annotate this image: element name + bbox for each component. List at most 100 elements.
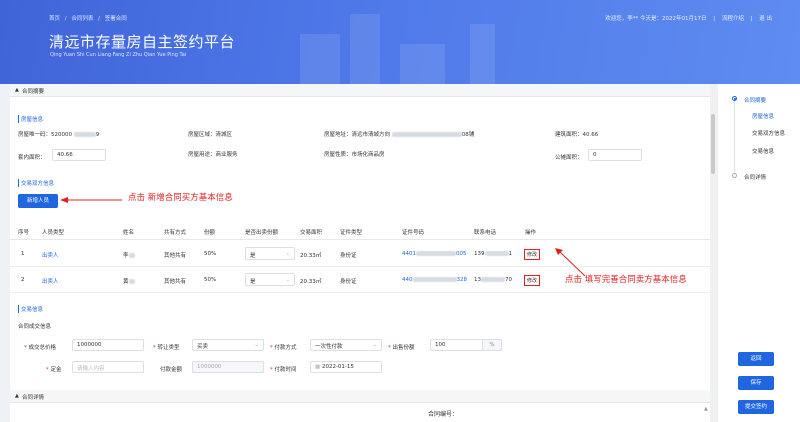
chevron-down-icon: ⌄ bbox=[285, 277, 290, 283]
phone: 139 1 bbox=[474, 251, 512, 257]
nav-item-parties[interactable]: 交易双方信息 bbox=[752, 129, 785, 137]
sell-ratio-label: * 出售份额 bbox=[388, 345, 415, 351]
edit-button[interactable]: 修改 bbox=[524, 275, 541, 286]
nav-item-contract-summary[interactable]: 合同摘要 bbox=[744, 96, 766, 104]
nav-item-contract-details[interactable]: 合同详情 bbox=[744, 173, 766, 181]
share-mode: 其他共有 bbox=[164, 253, 187, 259]
calendar-icon: ▦ bbox=[315, 364, 321, 370]
building-graphic bbox=[300, 34, 340, 84]
page-subtitle: Qing Yuan Shi Cun Liang Fang Zi Zhu Qian… bbox=[50, 52, 187, 58]
chevron-down-icon: ⌄ bbox=[372, 342, 377, 348]
house-address: 房屋地址：清远市清城方向 08铺 bbox=[324, 132, 475, 138]
deposit-input[interactable]: 请输入内容 bbox=[72, 361, 144, 373]
house-info-heading: 房屋信息 bbox=[18, 115, 43, 123]
percent-unit: % bbox=[482, 339, 502, 351]
section-title: 合同详情 bbox=[22, 395, 45, 401]
price-label: * 成交总价格 bbox=[24, 345, 57, 351]
house-nature: 房屋性质：市场化商品房 bbox=[324, 152, 385, 158]
id-type: 身份证 bbox=[340, 253, 357, 259]
column-header: 交易面积 bbox=[300, 230, 323, 236]
pay-amount-input: 1000000 bbox=[192, 361, 264, 373]
column-header: 操作 bbox=[525, 230, 537, 236]
caret-up-icon[interactable]: ▲ bbox=[15, 393, 19, 399]
column-header: 份额 bbox=[204, 230, 216, 236]
save-button[interactable]: 保存 bbox=[738, 376, 774, 390]
table-header: 序号 人员类型 姓名 共有方式 份额 是否出卖份额 交易面积 证件类型 证件号码… bbox=[10, 222, 710, 240]
share-area-input[interactable]: 0 bbox=[588, 149, 642, 161]
contract-summary-header[interactable]: ▲ 合同摘要 bbox=[10, 84, 710, 97]
inner-area-input[interactable]: 40.66 bbox=[52, 149, 106, 161]
id-number: 4401 005 bbox=[402, 251, 467, 257]
masked-text bbox=[391, 132, 462, 137]
pay-method-label: * 付款方式 bbox=[270, 345, 297, 351]
right-anchor-nav: 合同摘要 房屋信息 交易双方信息 交易信息 合同详情 bbox=[718, 84, 800, 422]
submit-sign-button[interactable]: 提交签约 bbox=[738, 400, 774, 414]
main-scrollbar[interactable] bbox=[710, 84, 716, 422]
person-type-link[interactable]: 出卖人 bbox=[42, 277, 59, 285]
person-name: 李 bbox=[123, 251, 135, 259]
person-name: 黄 bbox=[123, 277, 135, 285]
main-panel: ▲ 合同摘要 房屋信息 房屋唯一码：520000 9 房屋区域：清城区 房屋地址… bbox=[10, 84, 710, 422]
breadcrumb: 首页 / 合同列表 / 签署合同 bbox=[49, 14, 130, 22]
table-row: 1 出卖人 李 其他共有 50% 是 ⌄ 20.33㎡ 身份证 4401 005 1… bbox=[10, 241, 710, 267]
add-person-button[interactable]: 新增人员 bbox=[18, 194, 58, 208]
annotation-edit-seller: 点击 填写完善合同卖方基本信息 bbox=[565, 275, 687, 285]
column-header: 证件类型 bbox=[340, 230, 363, 236]
person-type-link[interactable]: 出卖人 bbox=[42, 251, 59, 259]
share-area-label: 公摊面积： bbox=[555, 155, 583, 161]
logout-link[interactable]: 退 出 bbox=[759, 16, 772, 22]
welcome-text: 欢迎您，李** 今天是：2022年01月17日 bbox=[605, 16, 707, 22]
id-number: 440 328 bbox=[402, 277, 467, 283]
contract-details-header[interactable]: ▲ 合同详情 bbox=[10, 390, 710, 403]
id-type: 身份证 bbox=[340, 279, 357, 285]
row-number: 1 bbox=[21, 251, 25, 257]
column-header: 联系电话 bbox=[474, 230, 497, 236]
chevron-down-icon: ⌄ bbox=[285, 251, 290, 257]
phone: 13 70 bbox=[474, 277, 512, 283]
deposit-label: * 定金 bbox=[46, 367, 62, 373]
trade-area: 20.33㎡ bbox=[300, 279, 322, 285]
nav-item-house-info[interactable]: 房屋信息 bbox=[752, 112, 774, 120]
column-header: 人员类型 bbox=[42, 230, 65, 236]
build-area: 建筑面积：40.66 bbox=[555, 132, 599, 138]
breadcrumb-current: 签署合同 bbox=[104, 16, 127, 22]
breadcrumb-contract-list[interactable]: 合同列表 bbox=[71, 16, 93, 22]
share: 50% bbox=[204, 277, 217, 283]
back-button[interactable]: 返回 bbox=[738, 352, 774, 366]
nav-item-deal-info[interactable]: 交易信息 bbox=[752, 147, 774, 155]
price-input[interactable]: 1000000 bbox=[72, 339, 144, 351]
section-title: 合同摘要 bbox=[22, 89, 45, 95]
row-number: 2 bbox=[21, 277, 25, 283]
inner-area-label: 套内面积： bbox=[18, 155, 46, 161]
sell-share-select[interactable]: 是 ⌄ bbox=[245, 273, 295, 286]
chevron-down-icon: ⌄ bbox=[254, 342, 259, 348]
separator: | bbox=[750, 16, 753, 22]
building-graphic bbox=[400, 44, 445, 84]
arrow-annotation bbox=[60, 197, 122, 203]
header-banner: 首页 / 合同列表 / 签署合同 清远市存量房自主签约平台 Qing Yuan … bbox=[0, 0, 800, 84]
user-bar: 欢迎您，李** 今天是：2022年01月17日 | 流程介绍 | 退 出 bbox=[600, 14, 772, 22]
pay-method-select[interactable]: 一次性付款 ⌄ bbox=[310, 339, 382, 351]
annotation-add-buyer: 点击 新增合同买方基本信息 bbox=[128, 193, 233, 203]
pay-time-input[interactable]: ▦ 2022-01-15 bbox=[310, 361, 382, 373]
column-header: 姓名 bbox=[123, 230, 135, 236]
sell-share-select[interactable]: 是 ⌄ bbox=[245, 247, 295, 260]
sell-ratio-input[interactable]: 100 bbox=[430, 339, 482, 351]
caret-up-icon[interactable]: ▲ bbox=[15, 87, 19, 93]
scrollbar-thumb[interactable] bbox=[711, 114, 715, 174]
share-mode: 其他共有 bbox=[164, 279, 187, 285]
building-graphic bbox=[350, 14, 380, 84]
separator: | bbox=[713, 16, 716, 22]
nav-dot-active bbox=[732, 96, 737, 101]
pay-amount-label: 付款金额 bbox=[160, 367, 183, 373]
breadcrumb-home[interactable]: 首页 bbox=[49, 16, 60, 22]
trade-area: 20.33㎡ bbox=[300, 253, 322, 259]
transfer-select[interactable]: 买卖 ⌄ bbox=[192, 339, 264, 351]
column-header: 证件号码 bbox=[402, 230, 425, 236]
flow-intro-link[interactable]: 流程介绍 bbox=[722, 16, 744, 22]
scroll-up-icon[interactable]: ▲ bbox=[704, 406, 708, 412]
edit-button[interactable]: 修改 bbox=[524, 249, 541, 260]
nav-dot bbox=[732, 173, 737, 178]
house-code: 房屋唯一码：520000 9 bbox=[18, 132, 100, 138]
masked-text bbox=[73, 132, 96, 137]
